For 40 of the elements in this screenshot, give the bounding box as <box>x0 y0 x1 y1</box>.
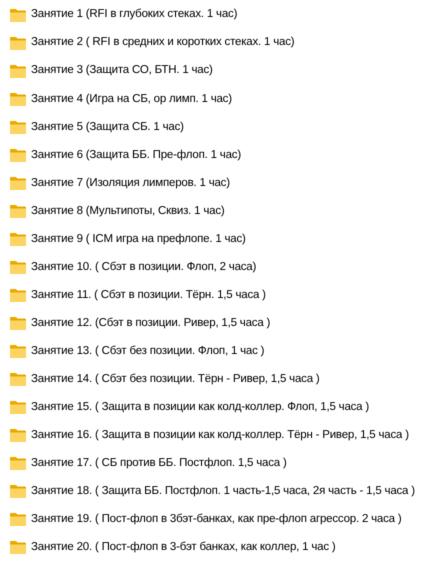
folder-name[interactable]: Занятие 4 (Игра на СБ, ор лимп. 1 час) <box>31 90 232 108</box>
folder-icon <box>10 64 26 78</box>
folder-name[interactable]: Занятие 10. ( Сбэт в позиции. Флоп, 2 часа) <box>31 258 256 276</box>
folder-icon <box>10 8 26 22</box>
folder-icon <box>10 92 26 106</box>
folder-name[interactable]: Занятие 11. ( Сбэт в позиции. Тёрн. 1,5 часа ) <box>31 286 266 304</box>
folder-icon <box>10 513 26 526</box>
folder-icon <box>10 457 26 470</box>
folder-icon <box>10 541 26 554</box>
folder-icon <box>10 373 26 386</box>
folder-name[interactable]: Занятие 14. ( Сбэт без позиции. Тёрн - Ривер, 1,5 часа ) <box>31 371 320 388</box>
folder-name[interactable]: Занятие 1 (RFI в глубоких стеках. 1 час) <box>31 6 238 24</box>
folder-icon <box>10 485 26 498</box>
folder-name[interactable]: Занятие 3 (Защита СО, БТН. 1 час) <box>31 62 213 80</box>
folder-name[interactable]: Занятие 12. (Сбэт в позиции. Ривер, 1,5 часа ) <box>31 314 270 332</box>
folder-name[interactable]: Занятие 6 (Защита ББ. Пре-флоп. 1 час) <box>31 146 241 164</box>
folder-icon <box>10 232 26 246</box>
folder-icon <box>10 120 26 134</box>
folder-name[interactable]: Занятие 16. ( Защита в позиции как колд-коллер. Тёрн - Ривер, 1,5 часа ) <box>31 427 409 444</box>
folder-name[interactable]: Занятие 2 ( RFI в средних и коротких стеках. 1 час) <box>31 34 294 52</box>
folder-name[interactable]: Занятие 15. ( Защита в позиции как колд-коллер. Флоп, 1,5 часа ) <box>31 399 370 416</box>
folder-name[interactable]: Занятие 7 (Изоляция лимперов. 1 час) <box>31 174 230 192</box>
folder-icon <box>10 148 26 162</box>
folder-icon <box>10 36 26 50</box>
folder-name[interactable]: Занятие 8 (Мультипоты, Сквиз. 1 час) <box>31 202 225 220</box>
folder-icon <box>10 401 26 414</box>
folder-name[interactable]: Занятие 17. ( СБ против ББ. Постфлоп. 1,5 часа ) <box>31 455 287 472</box>
folder-icon <box>10 429 26 442</box>
folder-icon <box>10 204 26 218</box>
folder-name[interactable]: Занятие 13. ( Сбэт без позиции. Флоп, 1 час ) <box>31 342 264 360</box>
folder-name[interactable]: Занятие 20. ( Пост-флоп в 3-бэт банках, как коллер, 1 час ) <box>31 539 336 557</box>
folder-icon <box>10 345 26 358</box>
folder-icon <box>10 260 26 274</box>
folder-icon <box>10 288 26 302</box>
folder-icon <box>10 317 26 330</box>
folder-name[interactable]: Занятие 5 (Защита СБ. 1 час) <box>31 118 184 136</box>
folder-name[interactable]: Занятие 18. ( Защита ББ. Постфлоп. 1 часть-1,5 часа, 2я часть - 1,5 часа ) <box>31 483 415 500</box>
folder-name[interactable]: Занятие 9 ( ICM игра на префлопе. 1 час) <box>31 230 246 248</box>
folder-name[interactable]: Занятие 19. ( Пост-флоп в 3бэт-банках, как пре-флоп агрессор. 2 часа ) <box>31 511 402 528</box>
folder-icon <box>10 176 26 190</box>
